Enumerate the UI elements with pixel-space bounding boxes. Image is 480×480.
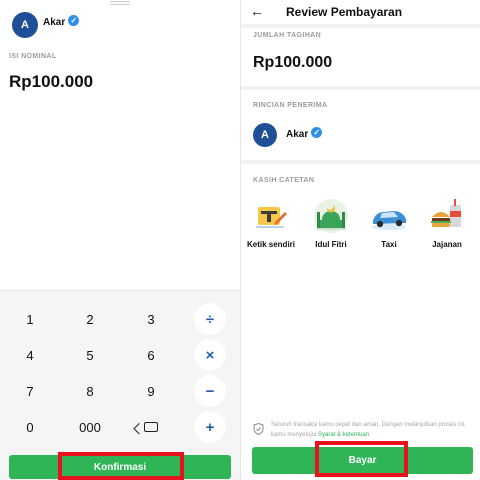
- car-icon: [369, 196, 409, 236]
- pay-button-label: Bayar: [348, 455, 377, 466]
- page-title: Review Pembayaran: [286, 5, 403, 19]
- key-6[interactable]: 6: [131, 343, 171, 367]
- section-label-isi-nominal: ISI NOMINAL: [9, 53, 57, 60]
- note-option-taxi[interactable]: Taxi: [359, 196, 419, 249]
- avatar-initial: A: [21, 19, 29, 31]
- bill-amount: Rp100.000: [253, 54, 333, 71]
- verified-check-icon: ✓: [311, 127, 323, 139]
- multiply-button[interactable]: ×: [194, 339, 226, 371]
- terms-text: Seluruh transaksi kamu cepat dan aman. D…: [271, 420, 476, 440]
- recipient-name: Akar: [286, 129, 309, 140]
- recipient-name-row: Akar ✓: [43, 12, 80, 30]
- note-label: Jajanan: [432, 240, 462, 249]
- key-0[interactable]: 0: [10, 415, 50, 439]
- key-000[interactable]: 000: [70, 415, 110, 439]
- recipient-name: Akar: [43, 17, 66, 28]
- backspace-button[interactable]: [131, 415, 171, 439]
- section-label-rincian-penerima: RINCIAN PENERIMA: [253, 102, 328, 109]
- note-option-ketik-sendiri[interactable]: Ketik sendiri: [241, 196, 301, 249]
- verified-check-icon: ✓: [68, 15, 80, 27]
- mosque-icon: [311, 196, 351, 236]
- terms-link[interactable]: Syarat & ketentuan: [318, 432, 369, 438]
- key-5[interactable]: 5: [70, 343, 110, 367]
- key-4[interactable]: 4: [10, 343, 50, 367]
- back-arrow-icon[interactable]: ←: [250, 3, 264, 19]
- key-9[interactable]: 9: [131, 379, 171, 403]
- section-label-kasih-catetan: KASIH CATETAN: [253, 177, 315, 184]
- recipient-name-row: Akar ✓: [286, 124, 323, 142]
- avatar-initial: A: [261, 129, 269, 141]
- confirm-button-label: Konfirmasi: [93, 461, 147, 473]
- key-3[interactable]: 3: [131, 307, 171, 331]
- keypad-divider: [0, 290, 240, 291]
- section-divider: [241, 160, 480, 164]
- key-1[interactable]: 1: [10, 307, 50, 331]
- note-label: Ketik sendiri: [246, 240, 295, 249]
- confirm-button[interactable]: Konfirmasi: [9, 455, 231, 479]
- divide-button[interactable]: ÷: [194, 303, 226, 335]
- burger-drink-icon: [427, 196, 467, 236]
- pay-button[interactable]: Bayar: [252, 447, 473, 474]
- note-label: Idul Fitri: [315, 240, 347, 249]
- avatar: A: [253, 123, 277, 147]
- backspace-icon: [144, 422, 158, 432]
- note-label: Taxi: [381, 240, 397, 249]
- section-label-jumlah-tagihan: JUMLAH TAGIHAN: [253, 32, 322, 39]
- review-payment-screen: ← Review Pembayaran JUMLAH TAGIHAN Rp100…: [241, 0, 480, 480]
- section-divider: [241, 86, 480, 90]
- note-option-jajanan[interactable]: Jajanan: [417, 196, 477, 249]
- pencil-note-icon: [251, 196, 291, 236]
- key-7[interactable]: 7: [10, 379, 50, 403]
- shield-check-icon: [253, 423, 264, 435]
- key-2[interactable]: 2: [70, 307, 110, 331]
- key-8[interactable]: 8: [70, 379, 110, 403]
- numeric-keypad: 1 2 3 ÷ 4 5 6 × 7 8 9 − 0 000 +: [0, 290, 240, 480]
- minus-button[interactable]: −: [194, 375, 226, 407]
- avatar: A: [12, 12, 38, 38]
- nominal-entry-screen: A Akar ✓ ISI NOMINAL Rp100.000 1 2 3 ÷ 4 …: [0, 0, 240, 480]
- note-option-idul-fitri[interactable]: Idul Fitri: [301, 196, 361, 249]
- amount-display: Rp100.000: [9, 72, 94, 91]
- drag-handle[interactable]: [110, 1, 130, 5]
- section-divider: [241, 24, 480, 28]
- plus-button[interactable]: +: [194, 411, 226, 443]
